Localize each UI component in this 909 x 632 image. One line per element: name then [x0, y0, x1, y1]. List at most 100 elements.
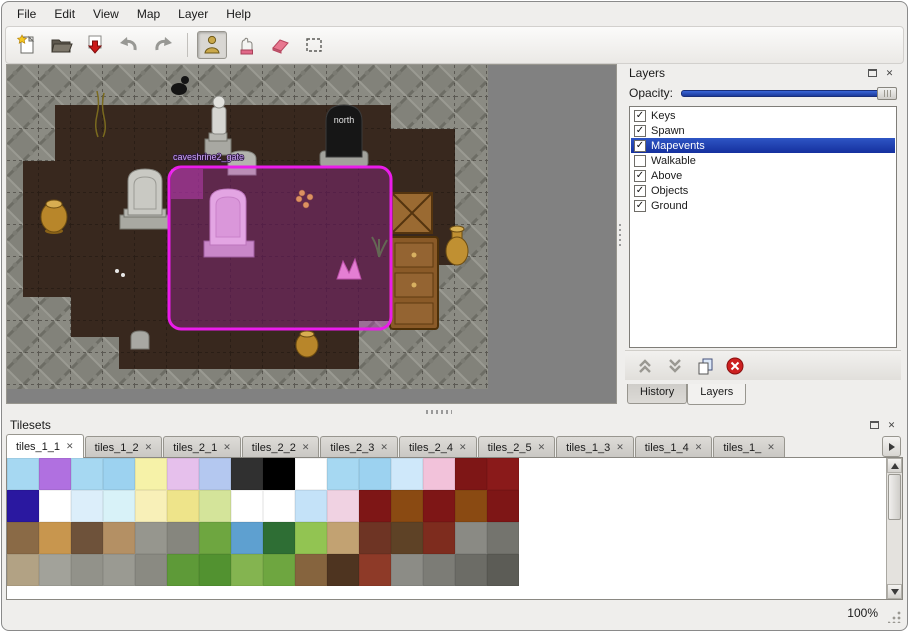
layer-row-mapevents[interactable]: ✓Mapevents [631, 138, 895, 153]
tab-close-icon[interactable]: ✕ [302, 442, 310, 453]
palette-tile[interactable] [135, 554, 167, 586]
palette-tile[interactable] [295, 458, 327, 490]
layer-move-up-button[interactable] [633, 355, 657, 377]
palette-tile[interactable] [423, 522, 455, 554]
palette-tile[interactable] [103, 554, 135, 586]
palette-scrollbar[interactable] [886, 458, 902, 599]
select-tool-button[interactable] [299, 31, 329, 59]
resize-grip[interactable] [888, 610, 901, 623]
palette-tile[interactable] [135, 522, 167, 554]
palette-tile[interactable] [39, 522, 71, 554]
palette-tile[interactable] [135, 458, 167, 490]
palette-tile[interactable] [391, 554, 423, 586]
palette-tile[interactable] [487, 554, 519, 586]
palette-tile[interactable] [423, 490, 455, 522]
tileset-tab-tiles_1_2[interactable]: tiles_1_2✕ [85, 436, 163, 458]
eraser-tool-button[interactable] [265, 31, 295, 59]
tileset-tab-tiles_1_3[interactable]: tiles_1_3✕ [556, 436, 634, 458]
layer-visibility-checkbox[interactable]: ✓ [634, 185, 646, 197]
tab-close-icon[interactable]: ✕ [616, 442, 624, 453]
dock-close-button[interactable]: ✕ [884, 418, 899, 432]
palette-tile[interactable] [263, 458, 295, 490]
palette-tile[interactable] [135, 490, 167, 522]
scroll-up-button[interactable] [887, 458, 902, 473]
dock-tab-layers[interactable]: Layers [687, 384, 746, 405]
person-tool-button[interactable] [197, 31, 227, 59]
palette-tile[interactable] [199, 458, 231, 490]
layers-list[interactable]: ✓Keys✓Spawn✓MapeventsWalkable✓Above✓Obje… [629, 106, 897, 348]
palette-tile[interactable] [7, 522, 39, 554]
layer-visibility-checkbox[interactable]: ✓ [634, 140, 646, 152]
redo-button[interactable] [148, 31, 178, 59]
layer-row-ground[interactable]: ✓Ground [631, 198, 895, 213]
layer-duplicate-button[interactable] [693, 355, 717, 377]
map-viewport[interactable]: north [6, 64, 617, 404]
palette-tile[interactable] [167, 554, 199, 586]
layer-delete-button[interactable] [723, 355, 747, 377]
palette-tile[interactable] [7, 554, 39, 586]
palette-tile[interactable] [487, 458, 519, 490]
scroll-thumb[interactable] [888, 474, 901, 520]
hand-tool-button[interactable] [231, 31, 261, 59]
palette-tile[interactable] [231, 458, 263, 490]
layer-visibility-checkbox[interactable]: ✓ [634, 200, 646, 212]
palette-tile[interactable] [359, 522, 391, 554]
save-button[interactable] [80, 31, 110, 59]
tab-close-icon[interactable]: ✕ [66, 441, 74, 452]
palette-tile[interactable] [263, 554, 295, 586]
opacity-slider[interactable] [681, 85, 897, 101]
palette-tile[interactable] [103, 522, 135, 554]
palette-tile[interactable] [455, 522, 487, 554]
layer-visibility-checkbox[interactable] [634, 155, 646, 167]
tile-palette[interactable] [7, 458, 886, 599]
palette-tile[interactable] [359, 458, 391, 490]
tab-close-icon[interactable]: ✕ [223, 442, 231, 453]
tab-close-icon[interactable]: ✕ [695, 442, 703, 453]
dock-tab-history[interactable]: History [627, 384, 687, 404]
palette-tile[interactable] [391, 522, 423, 554]
horizontal-splitter[interactable] [2, 408, 907, 416]
palette-tile[interactable] [487, 490, 519, 522]
tileset-tab-tiles_2_5[interactable]: tiles_2_5✕ [478, 436, 556, 458]
dock-float-button[interactable] [867, 418, 882, 432]
menu-view[interactable]: View [84, 4, 128, 24]
palette-tile[interactable] [103, 458, 135, 490]
tileset-tab-tiles_2_1[interactable]: tiles_2_1✕ [163, 436, 241, 458]
palette-tile[interactable] [7, 458, 39, 490]
tab-close-icon[interactable]: ✕ [538, 442, 546, 453]
tileset-tab-tiles_1_1[interactable]: tiles_1_1✕ [6, 434, 84, 458]
palette-tile[interactable] [71, 458, 103, 490]
dock-float-button[interactable] [865, 66, 880, 80]
palette-tile[interactable] [167, 458, 199, 490]
palette-tile[interactable] [71, 554, 103, 586]
palette-tile[interactable] [295, 554, 327, 586]
map-canvas[interactable]: north [7, 65, 488, 389]
palette-tile[interactable] [39, 490, 71, 522]
palette-tile[interactable] [455, 458, 487, 490]
palette-tile[interactable] [199, 522, 231, 554]
layer-visibility-checkbox[interactable]: ✓ [634, 110, 646, 122]
palette-tile[interactable] [231, 554, 263, 586]
menu-file[interactable]: File [8, 4, 45, 24]
layer-move-down-button[interactable] [663, 355, 687, 377]
layer-row-above[interactable]: ✓Above [631, 168, 895, 183]
palette-tile[interactable] [487, 522, 519, 554]
palette-tile[interactable] [295, 490, 327, 522]
scroll-down-button[interactable] [887, 584, 902, 599]
menu-map[interactable]: Map [128, 4, 169, 24]
menu-layer[interactable]: Layer [169, 4, 217, 24]
layer-row-spawn[interactable]: ✓Spawn [631, 123, 895, 138]
tileset-tab-tiles_1_[interactable]: tiles_1_✕ [713, 436, 784, 458]
layer-row-objects[interactable]: ✓Objects [631, 183, 895, 198]
palette-tile[interactable] [455, 490, 487, 522]
palette-tile[interactable] [71, 490, 103, 522]
palette-tile[interactable] [199, 554, 231, 586]
tileset-tab-tiles_1_4[interactable]: tiles_1_4✕ [635, 436, 713, 458]
palette-tile[interactable] [359, 554, 391, 586]
palette-tile[interactable] [167, 522, 199, 554]
layer-visibility-checkbox[interactable]: ✓ [634, 125, 646, 137]
open-file-button[interactable] [46, 31, 76, 59]
palette-tile[interactable] [71, 522, 103, 554]
vertical-splitter[interactable] [617, 64, 623, 408]
palette-tile[interactable] [231, 522, 263, 554]
